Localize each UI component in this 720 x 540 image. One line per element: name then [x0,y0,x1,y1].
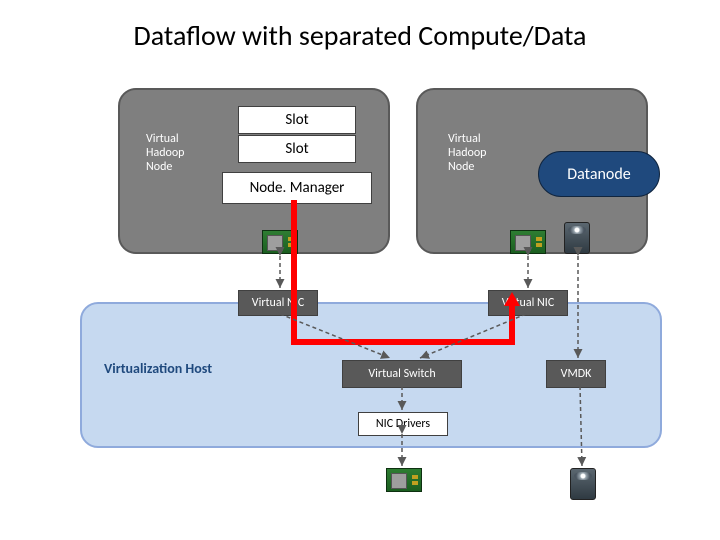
virtual-nic-left: Virtual NIC [238,290,318,316]
slot-box-1: Slot [238,106,356,134]
nic-card-icon-right [510,230,546,254]
connector-lines [0,0,720,540]
vm-left-label: Virtual Hadoop Node [146,132,185,174]
virtual-nic-right: Virtual NIC [488,290,568,316]
vm-left-label-2: Hadoop [146,146,185,160]
virtual-switch-box: Virtual Switch [342,360,462,388]
nic-card-icon-left [262,230,298,254]
vmdk-box: VMDK [546,360,606,388]
vm-left-label-1: Virtual [146,132,179,146]
vm-right-label: Virtual Hadoop Node [448,132,487,174]
virtualization-host-label: Virtualization Host [104,360,212,377]
datanode-box: Datanode [538,151,660,197]
nodemanager-box: Node. Manager [222,172,372,204]
nic-card-icon-bottom [386,468,422,492]
vm-right-label-1: Virtual [448,132,481,146]
vm-right-label-3: Node [448,160,474,174]
vm-left-label-3: Node [146,160,172,174]
nic-drivers-box: NIC Drivers [358,412,448,436]
disk-icon-datanode [564,222,590,254]
slot-box-2: Slot [238,135,356,163]
diagram-title: Dataflow with separated Compute/Data [0,18,720,53]
disk-icon-vmdk [570,468,596,500]
vm-right-label-2: Hadoop [448,146,487,160]
